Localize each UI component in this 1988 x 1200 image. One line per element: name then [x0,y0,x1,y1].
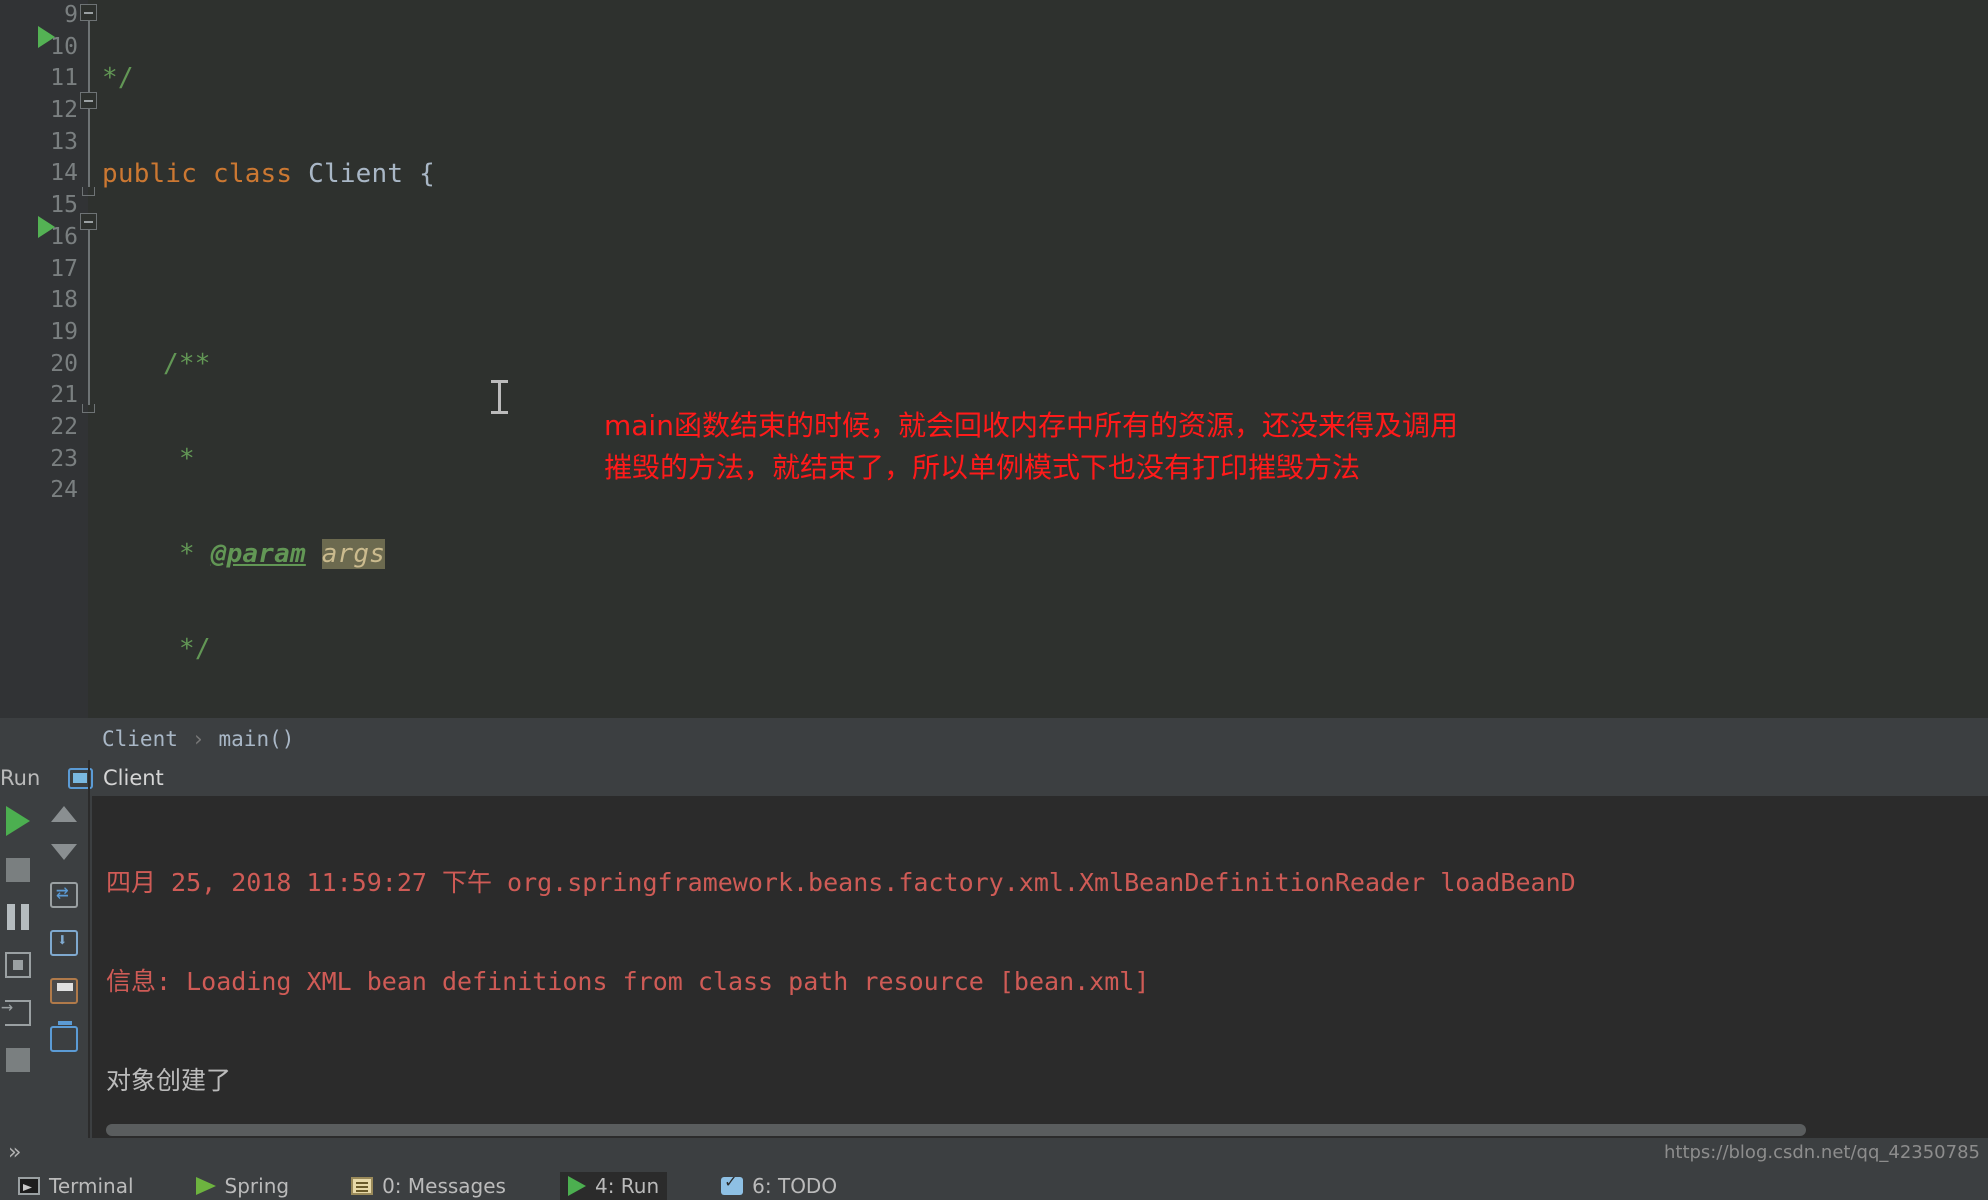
kw-public: public [102,158,198,189]
annotation-line-2: 摧毁的方法，就结束了，所以单例模式下也没有打印摧毁方法 [604,451,1361,484]
status-tab-label: 0: Messages [382,1174,506,1198]
code-line-12: /** [102,349,1988,381]
line-number: 23 [50,445,78,472]
line-number: 12 [50,97,78,124]
run-toolbar-left[interactable] [0,796,36,1138]
line-number: 17 [50,255,78,282]
breadcrumb[interactable]: Client › main() [0,718,1988,760]
run-method-gutter-icon[interactable] [38,216,55,238]
watermark: https://blog.csdn.net/qq_42350785 [1663,1142,1980,1163]
fold-marker-javadoc-top[interactable] [80,4,97,21]
fold-marker-javadoc[interactable] [80,92,97,109]
javadoc-open: /** [163,348,211,379]
code-line-10: public class Client { [102,159,1988,191]
status-tab-label: 4: Run [594,1174,660,1198]
javadoc-star: * [179,443,195,474]
line-number: 13 [50,128,78,155]
brace-open: { [419,158,435,189]
status-tab-spring[interactable]: Spring [188,1172,298,1200]
fold-line [88,109,90,187]
console-horizontal-scrollbar[interactable] [106,1124,1806,1136]
line-number-gutter: 9 10 11 12 13 14 15 16 17 18 19 20 21 22… [0,0,88,718]
messages-icon [351,1177,374,1195]
breadcrumb-class[interactable]: Client [102,727,178,751]
arrow-in-icon[interactable] [1,994,31,1026]
line-number: 18 [50,287,78,314]
expand-chevron-icon[interactable]: » [8,1140,21,1165]
run-class-gutter-icon[interactable] [38,26,55,48]
line-number: 11 [50,65,78,92]
code-line-15: */ [102,634,1988,666]
ide-window: 9 10 11 12 13 14 15 16 17 18 19 20 21 22… [0,0,1988,1200]
fold-line [88,230,90,405]
line-number: 24 [50,477,78,504]
line-number: 20 [50,350,78,377]
line-number: 22 [50,413,78,440]
fold-end-marker [82,187,95,196]
class-name: Client [308,158,404,189]
status-tab-label: Spring [224,1174,290,1198]
status-tab-label: Terminal [49,1174,134,1198]
status-tab-run[interactable]: 4: Run [559,1172,668,1200]
run-icon[interactable] [6,806,30,836]
javadoc-star: * [179,538,195,569]
line-number: 19 [50,318,78,345]
chevron-right-icon: › [191,727,205,751]
console-line-2: 信息: Loading XML bean definitions from cl… [106,967,1150,996]
run-tool-window: Run Client 四月 25, 2018 11:59:27 下午 org.s… [0,760,1988,1138]
breadcrumb-method[interactable]: main() [219,727,295,751]
kw-class: class [212,158,293,189]
code-line-9: */ [102,63,1988,95]
code-text[interactable]: */ public class Client { /** * * @param … [102,0,1988,718]
code-editor[interactable]: 9 10 11 12 13 14 15 16 17 18 19 20 21 22… [0,0,1988,718]
run-icon [567,1176,586,1196]
run-tab-client[interactable]: Client [56,764,176,792]
annotation-line-1: main函数结束的时候，就会回收内存中所有的资源，还没来得及调用 [604,409,1458,442]
javadoc-param-value: args [321,538,386,569]
javadoc-close: */ [179,633,211,664]
mouse-text-cursor [491,380,508,414]
javadoc-close: */ [102,63,134,94]
red-annotation: main函数结束的时候，就会回收内存中所有的资源，还没来得及调用 摧毁的方法，就… [604,405,1458,489]
save-output-icon[interactable] [50,930,78,956]
trash-icon[interactable] [50,1021,78,1052]
todo-icon [721,1172,744,1195]
arrow-down-icon[interactable] [51,844,77,860]
arrow-up-icon[interactable] [51,806,77,822]
console-output[interactable]: 四月 25, 2018 11:59:27 下午 org.springframew… [92,796,1988,1138]
stop-secondary-icon[interactable] [6,1048,30,1072]
run-tab-label: Client [103,766,164,790]
pause-icon[interactable] [6,904,30,930]
line-number: 14 [50,160,78,187]
console-line-3: 对象创建了 [106,1066,232,1095]
status-tab-messages[interactable]: 0: Messages [343,1172,514,1200]
javadoc-param-tag: @param [210,538,306,569]
terminal-icon [18,1177,40,1195]
run-window-header: Run Client [0,760,1988,796]
line-number: 21 [50,382,78,409]
console-line-1: 四月 25, 2018 11:59:27 下午 org.springframew… [106,868,1576,897]
fold-end-marker [82,404,95,413]
soft-wrap-icon[interactable] [50,880,78,908]
status-bar: Terminal Spring 0: Messages 4: Run 6: TO… [0,1172,1988,1200]
print-icon[interactable] [50,978,78,1004]
fold-marker-method[interactable] [80,213,97,230]
code-line-14: * @param args [102,538,1988,571]
run-toolbar-right[interactable] [36,796,92,1138]
frame-icon[interactable] [5,952,31,978]
status-tab-label: 6: TODO [752,1174,838,1198]
status-tab-todo[interactable]: 6: TODO [713,1172,845,1200]
run-window-divider [88,760,90,1138]
stop-icon[interactable] [6,858,30,882]
fold-line [88,21,90,99]
status-tab-terminal[interactable]: Terminal [10,1172,142,1200]
spring-leaf-icon [195,1177,216,1195]
run-window-label: Run [0,766,41,790]
